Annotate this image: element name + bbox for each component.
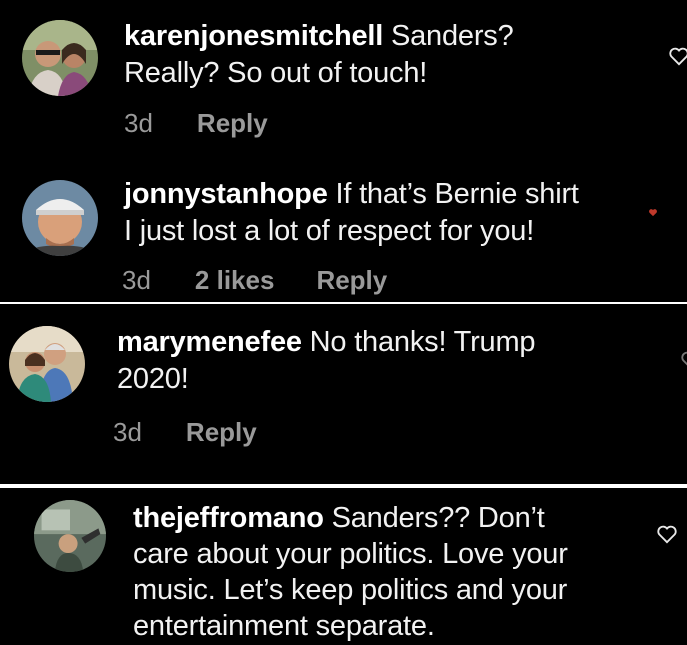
comment-body: thejeffromano Sanders?? Don’t care about… [133,500,568,644]
comment-text-line: 2020! [117,363,189,395]
profile-photo [34,500,106,572]
comment-text-line: If that’s Bernie shirt [327,178,579,210]
comment-body: marymenefee No thanks! Trump 2020! [117,324,536,398]
comment-meta: 3d 2 likes Reply [122,265,387,296]
timestamp: 3d [124,108,153,138]
comment-text-line: entertainment separate. [133,610,435,642]
comment-body: karenjonesmitchell Sanders? Really? So o… [124,18,514,92]
comment-panel-3: thejeffromano Sanders?? Don’t care about… [0,488,687,645]
profile-photo [22,20,98,96]
username[interactable]: jonnystanhope [124,178,328,210]
comment-text-line: No thanks! Trump [301,326,536,358]
comment-text-line: Sanders?? Don’t [323,502,545,534]
comment-text-line: Really? So out of touch! [124,57,428,89]
comment-meta: 3d Reply [124,108,268,139]
avatar[interactable] [34,500,106,572]
avatar[interactable] [22,180,98,256]
heart-outline-icon[interactable] [680,350,687,370]
comment-text-line: care about your politics. Love your [133,538,568,570]
comment-meta: 3d Reply [113,417,257,448]
profile-photo [22,180,98,256]
avatar[interactable] [9,326,85,402]
username[interactable]: karenjonesmitchell [124,20,383,52]
timestamp: 3d [122,265,151,295]
timestamp: 3d [113,417,142,447]
comment-panel-1: karenjonesmitchell Sanders? Really? So o… [0,0,687,302]
likes-count[interactable]: 2 likes [195,265,275,296]
comment-text-line: music. Let’s keep politics and your [133,574,568,606]
reply-button[interactable]: Reply [186,417,257,448]
reply-button[interactable]: Reply [316,265,387,296]
heart-filled-icon[interactable] [648,208,658,217]
username[interactable]: thejeffromano [133,502,324,534]
comment-text-line: I just lost a lot of respect for you! [124,215,535,247]
comment-panel-2: marymenefee No thanks! Trump 2020! 3d Re… [0,304,687,484]
heart-outline-icon[interactable] [656,524,678,544]
comment-body: jonnystanhope If that’s Bernie shirt I j… [124,176,579,250]
profile-photo [9,326,85,402]
heart-outline-icon[interactable] [668,46,687,66]
username[interactable]: marymenefee [117,326,302,358]
reply-button[interactable]: Reply [197,108,268,139]
comment-text-line: Sanders? [383,20,514,52]
avatar[interactable] [22,20,98,96]
